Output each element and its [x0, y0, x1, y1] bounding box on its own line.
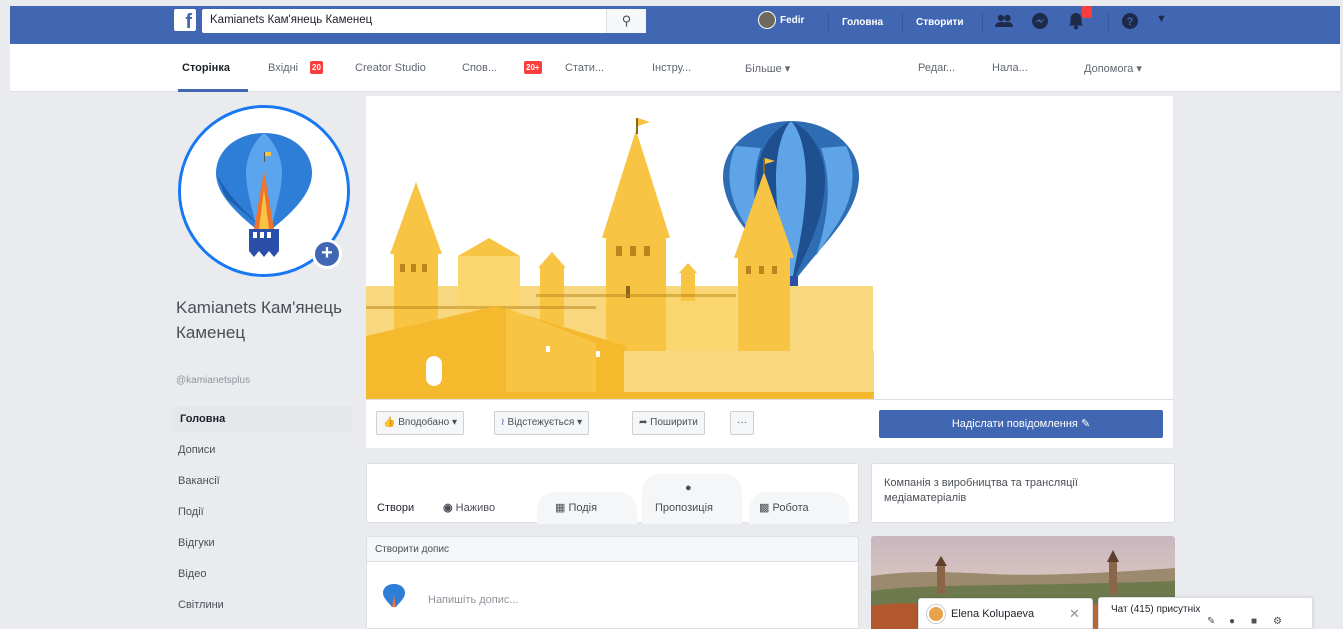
event-label: Подія: [568, 502, 598, 514]
divider: [1108, 13, 1109, 31]
notifications-count-badge: 20+: [524, 61, 542, 74]
calendar-icon: ▦: [555, 502, 566, 514]
create-live-button[interactable]: ◉ Наживо: [443, 501, 495, 514]
rss-icon: ≀: [501, 417, 505, 428]
cover-photo[interactable]: [366, 96, 1173, 399]
avatar: [927, 605, 945, 623]
sidebar-item-posts[interactable]: Дописи: [170, 437, 353, 463]
following-label: Відстежується ▾: [507, 417, 583, 428]
page-username[interactable]: @kamianetsplus: [176, 375, 250, 386]
video-camera-icon: ◉: [443, 502, 453, 514]
sidebar-item-events[interactable]: Події: [170, 499, 353, 525]
profile-link[interactable]: Fedir: [758, 11, 804, 29]
chat-sidebar-bar[interactable]: Чат (415) присутніх ✎ ● ■ ⚙: [1098, 597, 1313, 629]
sidebar-item-videos[interactable]: Відео: [170, 561, 353, 587]
sidebar-item-reviews[interactable]: Відгуки: [170, 530, 353, 556]
sidebar-item-jobs[interactable]: Вакансії: [170, 468, 353, 494]
tab-help[interactable]: Допомога ▾: [1084, 62, 1142, 75]
page-category: Компанія з виробництва та трансляції мед…: [871, 463, 1175, 523]
tab-creator-studio[interactable]: Creator Studio: [355, 62, 426, 74]
create-label: Створи: [377, 502, 415, 514]
liked-label: Вподобано ▾: [398, 417, 457, 428]
send-message-label: Надіслати повідомлення: [951, 418, 1078, 430]
search-input[interactable]: Kamianets Кам'янець Каменец: [210, 14, 372, 26]
inbox-count-badge: 20: [310, 61, 323, 74]
settings-gear-icon[interactable]: ⚙: [1273, 616, 1282, 627]
sidebar-item-home[interactable]: Головна: [172, 406, 352, 432]
tab-settings[interactable]: Нала...: [992, 62, 1028, 74]
search-box[interactable]: Kamianets Кам'янець Каменец ⚲: [202, 9, 646, 33]
user-name: Fedir: [780, 14, 805, 26]
home-link[interactable]: Головна: [842, 17, 883, 28]
help-icon[interactable]: ?: [1120, 11, 1140, 31]
close-icon[interactable]: ✕: [1069, 606, 1080, 622]
send-message-button[interactable]: Надіслати повідомлення ✎: [879, 410, 1163, 438]
tab-statistics[interactable]: Стати...: [565, 62, 604, 74]
tab-edit[interactable]: Редаг...: [918, 62, 955, 74]
facebook-logo-icon[interactable]: f: [174, 9, 196, 31]
add-photo-plus-icon[interactable]: +: [312, 239, 342, 269]
following-button[interactable]: ≀ Відстежується ▾: [494, 411, 590, 435]
page-avatar-icon: [383, 584, 405, 607]
svg-text:?: ?: [1127, 16, 1134, 28]
account-menu-chevron-down-icon[interactable]: ▼: [1156, 13, 1167, 25]
messenger-icon[interactable]: [1030, 11, 1050, 31]
divider: [982, 13, 983, 31]
page-title: Kamianets Кам'янець Каменец: [176, 298, 342, 342]
sidebar-item-photos[interactable]: Світлини: [170, 592, 353, 618]
chat-contact-name: Elena Kolupaeva: [951, 608, 1035, 620]
friend-requests-icon[interactable]: [994, 11, 1014, 31]
search-icon[interactable]: ⚲: [606, 9, 646, 33]
offer-tag-icon: ●: [685, 482, 692, 494]
tab-tools[interactable]: Інстру...: [652, 62, 691, 74]
cover-action-bar: 👍 Вподобано ▾ ≀ Відстежується ▾ ➦ Пошири…: [366, 399, 1173, 448]
divider: [902, 13, 903, 31]
tab-inbox[interactable]: Вхідні: [268, 62, 298, 74]
post-input[interactable]: Напишіть допис...: [428, 594, 519, 606]
divider: [828, 13, 829, 31]
create-card: Створи ◉ Наживо ▦ Подія ● Пропозиція ▩ Р…: [366, 463, 859, 524]
create-offer-button[interactable]: Пропозиція: [655, 502, 713, 514]
tab-notifications[interactable]: Спов...: [462, 62, 497, 74]
create-post-header: Створити допис: [366, 536, 859, 562]
liked-button[interactable]: 👍 Вподобано ▾: [376, 411, 464, 435]
active-tab-indicator: [178, 89, 248, 92]
video-icon[interactable]: ■: [1251, 616, 1257, 627]
create-event-button[interactable]: ▦ Подія: [555, 501, 597, 514]
create-link[interactable]: Створити: [916, 17, 964, 28]
pencil-icon: ✎: [1080, 418, 1091, 430]
notification-count-badge: [1082, 6, 1092, 18]
job-label: Робота: [772, 502, 809, 514]
new-message-icon[interactable]: ✎: [1207, 616, 1215, 627]
chat-online-count: Чат (415) присутніх: [1111, 604, 1201, 615]
tab-more[interactable]: Більше ▾: [745, 62, 790, 75]
contacts-icon[interactable]: ●: [1229, 616, 1235, 627]
offer-tab-bg: [642, 474, 742, 524]
live-label: Наживо: [455, 502, 496, 514]
briefcase-icon: ▩: [759, 502, 770, 514]
share-label: Поширити: [650, 417, 698, 428]
castle-balloon-illustration: [366, 96, 1173, 399]
share-arrow-icon: ➦: [639, 417, 648, 428]
more-options-button[interactable]: ···: [730, 411, 754, 435]
create-job-button[interactable]: ▩ Робота: [759, 501, 809, 514]
tab-page[interactable]: Сторінка: [182, 62, 230, 74]
thumbs-up-icon: 👍: [383, 417, 396, 428]
share-button[interactable]: ➦ Поширити: [632, 411, 705, 435]
avatar: [758, 11, 776, 29]
chat-tab-contact[interactable]: Elena Kolupaeva ✕: [918, 598, 1093, 629]
